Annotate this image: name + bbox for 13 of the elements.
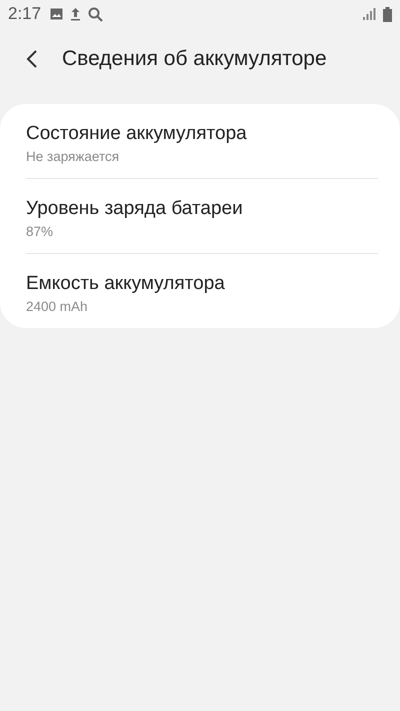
item-value: 2400 mAh xyxy=(26,299,89,314)
status-time: 2:17 xyxy=(8,4,42,24)
item-title: Состояние аккумулятора xyxy=(26,122,248,146)
image-icon xyxy=(50,8,64,20)
item-value: 87% xyxy=(26,224,54,239)
item-title: Емкость аккумулятора xyxy=(26,272,226,296)
signal-icon xyxy=(363,8,376,20)
item-value: Не заряжается xyxy=(26,149,120,164)
page-title: Сведения об аккумуляторе xyxy=(62,47,327,71)
item-title: Уровень заряда батареи xyxy=(26,197,244,221)
search-icon xyxy=(88,6,104,22)
upload-icon xyxy=(70,7,82,21)
battery-icon xyxy=(383,6,392,22)
